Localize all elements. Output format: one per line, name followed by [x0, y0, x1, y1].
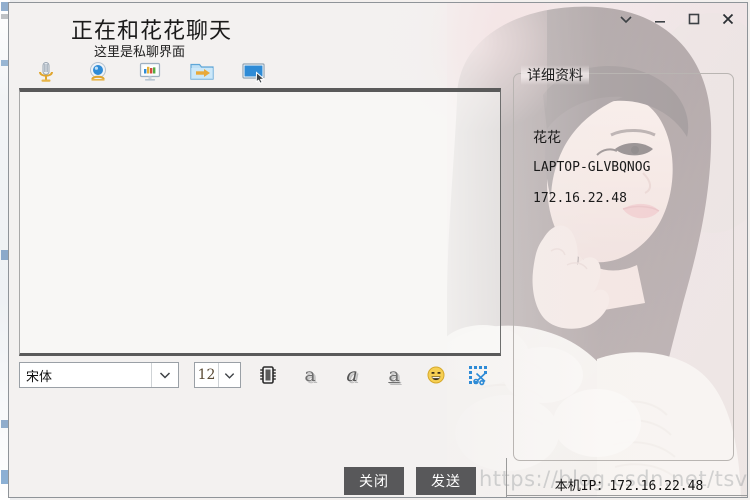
action-button-group: 关闭 发送 — [344, 467, 476, 495]
local-ip-label: 本机IP：172.16.22.48 — [554, 478, 704, 494]
chevron-down-icon[interactable] — [151, 363, 178, 387]
font-size-select[interactable]: 12 — [194, 362, 241, 388]
chat-message-area[interactable] — [19, 88, 501, 356]
font-family-select[interactable]: 宋体 — [19, 362, 179, 388]
font-size-value: 12 — [197, 367, 216, 383]
status-bar: 本机IP：172.16.22.48 — [513, 473, 745, 495]
italic-glyph: a — [346, 363, 358, 386]
emoji-icon[interactable] — [421, 361, 451, 389]
peer-nickname: 花花 — [533, 130, 561, 146]
bold-glyph: a — [304, 363, 316, 386]
status-divider-horizontal — [506, 495, 747, 496]
status-divider-vertical — [506, 458, 507, 497]
send-folder-icon[interactable] — [189, 59, 215, 85]
format-toolbar: 宋体 12 a a a — [19, 359, 501, 391]
font-dialog-icon[interactable] — [253, 361, 283, 389]
webcam-icon[interactable] — [85, 59, 111, 85]
close-icon[interactable] — [711, 4, 745, 34]
bold-icon[interactable]: a — [295, 361, 325, 389]
chart-monitor-icon[interactable] — [137, 59, 163, 85]
screenshot-icon[interactable] — [463, 361, 493, 389]
window-controls — [609, 3, 745, 35]
underline-glyph: a — [388, 363, 400, 386]
feature-toolbar — [33, 59, 267, 85]
underline-icon[interactable]: a — [379, 361, 409, 389]
details-legend: 详细资料 — [521, 65, 589, 85]
italic-icon[interactable]: a — [337, 361, 367, 389]
desktop-background: 正在和花花聊天 这里是私聊界面 宋体 12 a a a 关闭 发送 详细资料 花… — [0, 0, 750, 500]
minimize-icon[interactable] — [643, 4, 677, 34]
chevron-down-icon[interactable] — [609, 4, 643, 34]
maximize-icon[interactable] — [677, 4, 711, 34]
chevron-down-icon[interactable] — [218, 363, 240, 387]
close-button[interactable]: 关闭 — [344, 467, 404, 495]
microphone-icon[interactable] — [33, 59, 59, 85]
chat-window: 正在和花花聊天 这里是私聊界面 宋体 12 a a a 关闭 发送 详细资料 花… — [8, 2, 748, 498]
screen-share-icon[interactable] — [241, 59, 267, 85]
send-button[interactable]: 发送 — [416, 467, 476, 495]
font-family-value: 宋体 — [26, 369, 53, 385]
page-subtitle: 这里是私聊界面 — [94, 45, 186, 60]
peer-hostname: LAPTOP-GLVBQNOG — [533, 160, 651, 175]
peer-ip: 172.16.22.48 — [533, 191, 627, 206]
